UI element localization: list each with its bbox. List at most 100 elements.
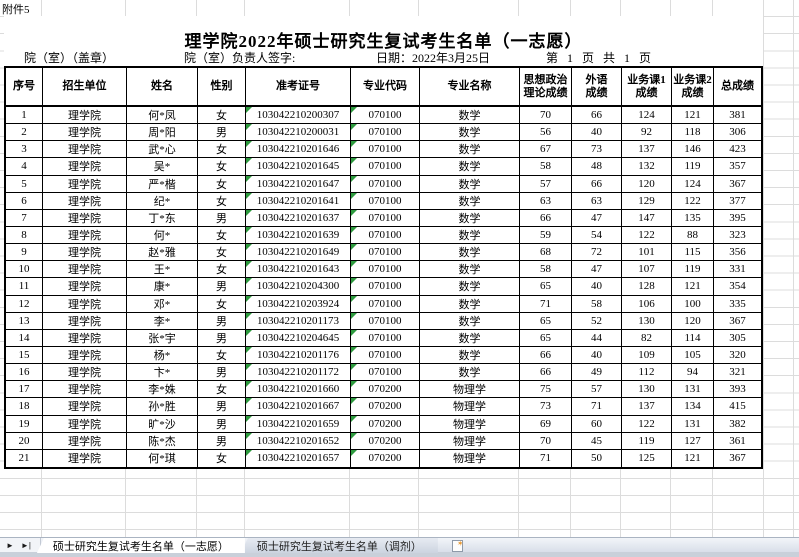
table-cell[interactable]: 103042210201647 [246, 176, 351, 192]
table-cell[interactable]: 50 [572, 450, 622, 467]
table-cell[interactable]: 109 [622, 347, 672, 363]
table-cell[interactable]: 男 [198, 433, 246, 449]
table-cell[interactable]: 40 [572, 124, 622, 140]
table-cell[interactable]: 数学 [420, 124, 520, 140]
table-cell[interactable]: 131 [672, 416, 714, 432]
insert-worksheet-button[interactable]: ✶ [442, 538, 473, 553]
table-cell[interactable]: 纪* [127, 193, 198, 209]
table-cell[interactable]: 127 [672, 433, 714, 449]
table-cell[interactable]: 数学 [420, 193, 520, 209]
table-cell[interactable]: 周*阳 [127, 124, 198, 140]
table-cell[interactable]: 52 [572, 313, 622, 329]
table-cell[interactable]: 19 [6, 416, 43, 432]
table-cell[interactable]: 119 [672, 158, 714, 174]
table-cell[interactable]: 理学院 [43, 450, 127, 467]
column-header[interactable]: 业务课1 成绩 [622, 68, 672, 105]
table-cell[interactable]: 128 [622, 278, 672, 294]
column-header[interactable]: 业务课2 成绩 [672, 68, 714, 105]
table-cell[interactable]: 103042210204645 [246, 330, 351, 346]
table-cell[interactable]: 11 [6, 278, 43, 294]
table-cell[interactable]: 58 [572, 296, 622, 312]
table-cell[interactable]: 381 [714, 107, 761, 123]
table-cell[interactable]: 103042210201172 [246, 364, 351, 380]
table-cell[interactable]: 306 [714, 124, 761, 140]
table-cell[interactable]: 331 [714, 261, 761, 277]
table-cell[interactable]: 423 [714, 141, 761, 157]
table-cell[interactable]: 理学院 [43, 416, 127, 432]
table-cell[interactable]: 134 [672, 398, 714, 414]
table-cell[interactable]: 理学院 [43, 193, 127, 209]
table-cell[interactable]: 女 [198, 193, 246, 209]
table-cell[interactable]: 92 [622, 124, 672, 140]
table-cell[interactable]: 女 [198, 176, 246, 192]
column-header[interactable]: 姓名 [127, 68, 198, 105]
table-cell[interactable]: 122 [672, 193, 714, 209]
table-cell[interactable]: 理学院 [43, 158, 127, 174]
table-cell[interactable]: 94 [672, 364, 714, 380]
table-cell[interactable]: 361 [714, 433, 761, 449]
table-cell[interactable]: 070200 [351, 450, 420, 467]
table-cell[interactable]: 10 [6, 261, 43, 277]
table-cell[interactable]: 103042210201637 [246, 210, 351, 226]
table-cell[interactable]: 数学 [420, 107, 520, 123]
table-cell[interactable]: 415 [714, 398, 761, 414]
table-cell[interactable]: 101 [622, 244, 672, 260]
table-cell[interactable]: 40 [572, 278, 622, 294]
table-cell[interactable]: 1 [6, 107, 43, 123]
table-cell[interactable]: 71 [572, 398, 622, 414]
table-cell[interactable]: 理学院 [43, 141, 127, 157]
table-cell[interactable]: 数学 [420, 210, 520, 226]
table-cell[interactable]: 382 [714, 416, 761, 432]
table-cell[interactable]: 103042210201657 [246, 450, 351, 467]
table-cell[interactable]: 40 [572, 347, 622, 363]
table-cell[interactable]: 旷*沙 [127, 416, 198, 432]
table-cell[interactable]: 女 [198, 261, 246, 277]
table-cell[interactable]: 65 [520, 313, 572, 329]
table-cell[interactable]: 103042210201649 [246, 244, 351, 260]
table-cell[interactable]: 物理学 [420, 398, 520, 414]
table-cell[interactable]: 4 [6, 158, 43, 174]
table-cell[interactable]: 14 [6, 330, 43, 346]
table-cell[interactable]: 070200 [351, 398, 420, 414]
table-cell[interactable]: 女 [198, 227, 246, 243]
table-cell[interactable]: 数学 [420, 227, 520, 243]
table-cell[interactable]: 数学 [420, 278, 520, 294]
table-cell[interactable]: 63 [572, 193, 622, 209]
table-cell[interactable]: 理学院 [43, 347, 127, 363]
table-cell[interactable]: 129 [622, 193, 672, 209]
table-cell[interactable]: 121 [672, 107, 714, 123]
table-cell[interactable]: 丁*东 [127, 210, 198, 226]
table-cell[interactable]: 367 [714, 176, 761, 192]
table-cell[interactable]: 57 [572, 381, 622, 397]
table-cell[interactable]: 李* [127, 313, 198, 329]
column-header[interactable]: 总成绩 [714, 68, 761, 105]
table-cell[interactable]: 69 [520, 416, 572, 432]
table-cell[interactable]: 5 [6, 176, 43, 192]
table-cell[interactable]: 106 [622, 296, 672, 312]
table-cell[interactable]: 21 [6, 450, 43, 467]
table-cell[interactable]: 理学院 [43, 176, 127, 192]
table-cell[interactable]: 男 [198, 364, 246, 380]
table-cell[interactable]: 125 [622, 450, 672, 467]
table-cell[interactable]: 理学院 [43, 296, 127, 312]
table-cell[interactable]: 物理学 [420, 381, 520, 397]
table-cell[interactable]: 理学院 [43, 107, 127, 123]
table-cell[interactable]: 李*姝 [127, 381, 198, 397]
table-cell[interactable]: 女 [198, 158, 246, 174]
table-cell[interactable]: 66 [520, 364, 572, 380]
table-cell[interactable]: 8 [6, 227, 43, 243]
table-cell[interactable]: 367 [714, 313, 761, 329]
table-cell[interactable]: 103042210201645 [246, 158, 351, 174]
table-cell[interactable]: 070100 [351, 313, 420, 329]
table-cell[interactable]: 66 [520, 210, 572, 226]
table-cell[interactable]: 103042210201652 [246, 433, 351, 449]
table-cell[interactable]: 120 [622, 176, 672, 192]
table-cell[interactable]: 137 [622, 141, 672, 157]
table-cell[interactable]: 理学院 [43, 381, 127, 397]
table-cell[interactable]: 115 [672, 244, 714, 260]
table-cell[interactable]: 121 [672, 450, 714, 467]
table-cell[interactable]: 65 [520, 330, 572, 346]
table-cell[interactable]: 康* [127, 278, 198, 294]
table-cell[interactable]: 杨* [127, 347, 198, 363]
table-cell[interactable]: 12 [6, 296, 43, 312]
